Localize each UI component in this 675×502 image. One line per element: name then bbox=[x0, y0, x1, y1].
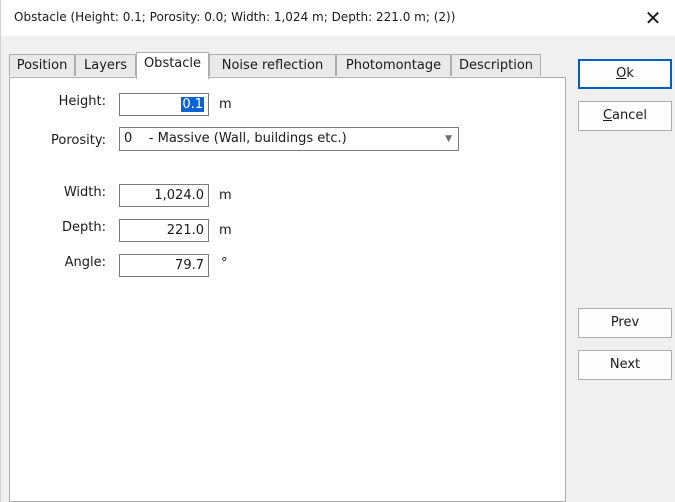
angle-label: Angle: bbox=[64, 255, 106, 270]
ok-mnemonic: O bbox=[616, 66, 627, 81]
obstacle-dialog: Obstacle (Height: 0.1; Porosity: 0.0; Wi… bbox=[0, 0, 675, 502]
tab-position[interactable]: Position bbox=[9, 54, 75, 76]
porosity-value: 0 - Massive (Wall, buildings etc.) bbox=[124, 131, 347, 146]
angle-unit: ° bbox=[221, 256, 228, 271]
next-button[interactable]: Next bbox=[578, 350, 672, 380]
tab-layers[interactable]: Layers bbox=[75, 54, 136, 76]
close-icon[interactable]: ✕ bbox=[630, 0, 675, 36]
width-label: Width: bbox=[63, 185, 106, 200]
depth-field[interactable]: 221.0 bbox=[119, 219, 209, 242]
tab-noise-reflection[interactable]: Noise reflection bbox=[209, 54, 336, 76]
tab-photomontage[interactable]: Photomontage bbox=[336, 54, 451, 76]
cancel-button[interactable]: Cancel bbox=[578, 101, 672, 131]
angle-field[interactable]: 79.7 bbox=[119, 254, 209, 277]
porosity-select[interactable]: 0 - Massive (Wall, buildings etc.) ▼ bbox=[119, 127, 459, 151]
window-title: Obstacle (Height: 0.1; Porosity: 0.0; Wi… bbox=[14, 10, 456, 24]
tab-description[interactable]: Description bbox=[451, 54, 541, 76]
depth-label: Depth: bbox=[62, 220, 106, 235]
tab-obstacle[interactable]: Obstacle bbox=[136, 52, 209, 79]
ok-label: k bbox=[626, 66, 634, 81]
height-unit: m bbox=[219, 97, 232, 112]
width-field[interactable]: 1,024.0 bbox=[119, 184, 209, 207]
height-value: 0.1 bbox=[181, 97, 204, 112]
porosity-label: Porosity: bbox=[51, 133, 106, 148]
chevron-down-icon: ▼ bbox=[445, 134, 452, 144]
height-field[interactable]: 0.1 bbox=[119, 93, 209, 116]
prev-button[interactable]: Prev bbox=[578, 308, 672, 338]
title-bar: Obstacle (Height: 0.1; Porosity: 0.0; Wi… bbox=[1, 0, 675, 36]
ok-button[interactable]: Ok bbox=[578, 59, 672, 89]
cancel-label: ancel bbox=[612, 108, 648, 123]
obstacle-panel: Height: 0.1 m Porosity: 0 - Massive (Wal… bbox=[9, 77, 566, 502]
height-label: Height: bbox=[58, 94, 106, 109]
width-unit: m bbox=[219, 188, 232, 203]
depth-unit: m bbox=[219, 223, 232, 238]
cancel-mnemonic: C bbox=[602, 108, 613, 123]
